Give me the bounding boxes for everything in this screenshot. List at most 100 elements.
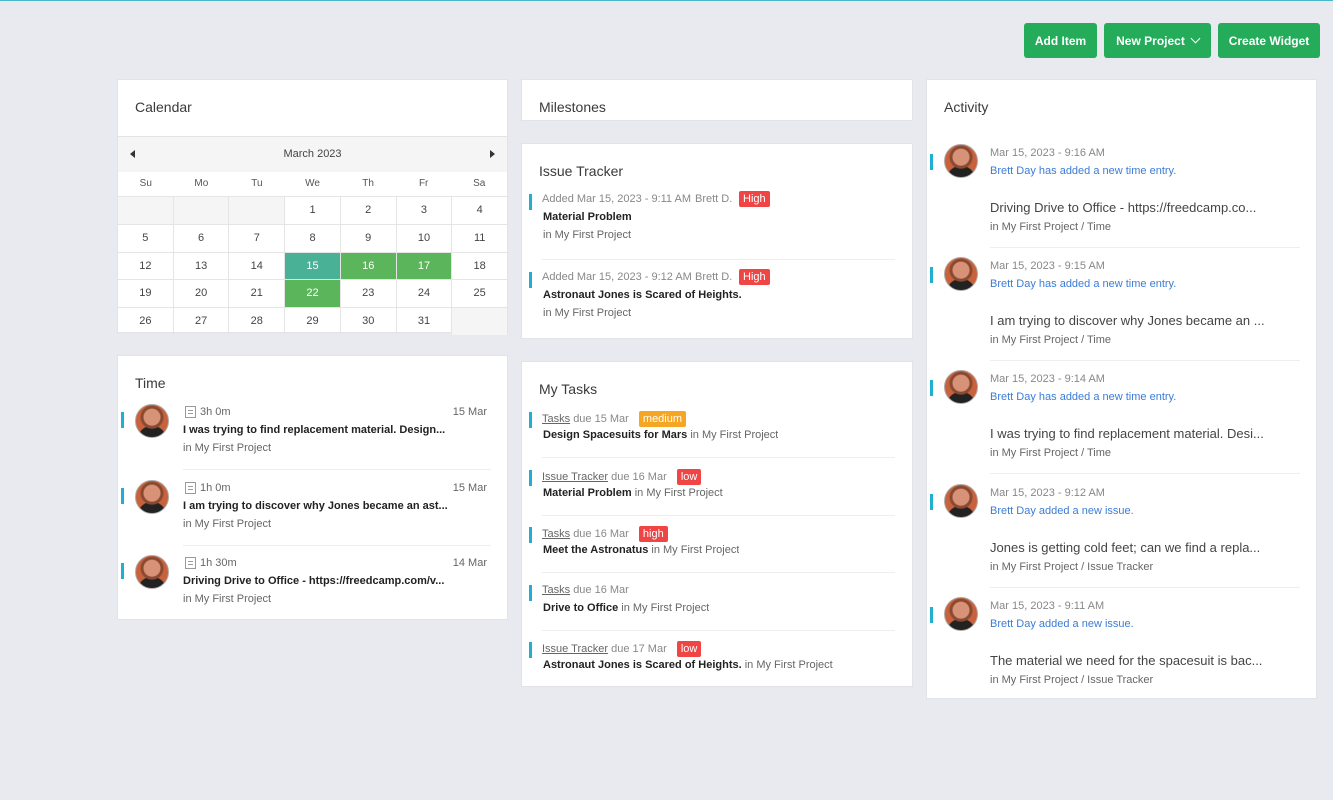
- activity-action-link[interactable]: Brett Day added a new issue.: [990, 618, 1134, 630]
- calendar-week: 19 20 21 22 23 24 25: [118, 279, 508, 308]
- activity-text[interactable]: Driving Drive to Office - https://freedc…: [990, 200, 1270, 215]
- task-title[interactable]: Drive to Office: [543, 602, 618, 614]
- calendar-day[interactable]: 24: [395, 279, 452, 308]
- calendar-day[interactable]: 6: [172, 223, 229, 252]
- time-description[interactable]: Driving Drive to Office - https://freedc…: [183, 575, 473, 587]
- calendar-day[interactable]: 27: [172, 307, 229, 335]
- issue-title[interactable]: Material Problem: [543, 211, 632, 223]
- calendar-day[interactable]: 15: [284, 251, 340, 280]
- activity-path: in My First Project / Issue Tracker: [990, 560, 1154, 573]
- calendar-day[interactable]: 28: [228, 307, 285, 335]
- calendar-day[interactable]: 7: [228, 223, 285, 252]
- activity-path: in My First Project / Time: [990, 221, 1112, 233]
- task-app-link[interactable]: Tasks: [542, 413, 570, 425]
- create-widget-button[interactable]: Create Widget: [1218, 23, 1320, 58]
- calendar-day[interactable]: 17: [395, 251, 452, 280]
- calendar-title: Calendar: [135, 99, 192, 115]
- activity-text[interactable]: The material we need for the spacesuit i…: [990, 653, 1270, 668]
- task-title[interactable]: Material Problem: [543, 487, 632, 499]
- activity-action-link[interactable]: Brett Day has added a new time entry.: [990, 278, 1176, 290]
- entry-indicator: [529, 584, 532, 601]
- activity-text[interactable]: I was trying to find replacement materia…: [990, 426, 1270, 441]
- calendar-day[interactable]: 31: [395, 307, 452, 335]
- activity-action-link[interactable]: Brett Day has added a new time entry.: [990, 165, 1176, 177]
- calendar-day[interactable]: 3: [395, 196, 452, 224]
- calendar-day[interactable]: 23: [339, 279, 396, 308]
- time-date: 15 Mar: [452, 481, 487, 494]
- calendar-day[interactable]: 25: [451, 279, 508, 308]
- weekday-row: Su Mo Tu We Th Fr Sa: [118, 172, 507, 196]
- new-project-button[interactable]: New Project: [1104, 23, 1211, 58]
- task-title[interactable]: Meet the Astronatus: [543, 544, 648, 556]
- time-date: 15 Mar: [452, 406, 487, 418]
- calendar-day[interactable]: 11: [451, 223, 508, 252]
- activity-time: Mar 15, 2023 - 9:12 AM: [990, 486, 1105, 499]
- task-due: due 16 Mar: [573, 583, 629, 596]
- calendar-day[interactable]: 18: [451, 251, 508, 280]
- priority-badge: low: [676, 641, 702, 657]
- task-app-link[interactable]: Issue Tracker: [542, 643, 608, 655]
- calendar-day[interactable]: 20: [172, 279, 229, 308]
- my-tasks-title: My Tasks: [539, 381, 598, 397]
- calendar-day[interactable]: 1: [284, 196, 340, 224]
- entry-indicator: [529, 527, 532, 543]
- activity-action-link[interactable]: Brett Day has added a new time entry.: [990, 391, 1176, 403]
- calendar-grid: Su Mo Tu We Th Fr Sa 1 2 3 4 5 6 7 8 9 10 11 12 13 14 15 16 17 1…: [118, 172, 508, 335]
- calendar-week: 12 13 14 15 16 17 18: [118, 251, 508, 280]
- task-due: due 17 Mar: [611, 643, 667, 655]
- milestones-widget: Milestones: [521, 79, 913, 121]
- calendar-day[interactable]: 22: [284, 279, 340, 308]
- document-icon: [185, 481, 196, 494]
- task-meta: Issue Tracker due 16 Mar low: [542, 468, 702, 485]
- task-title[interactable]: Design Spacesuits for Mars: [543, 429, 687, 441]
- task-project: in My First Project: [744, 659, 833, 671]
- calendar-day[interactable]: 14: [228, 251, 285, 280]
- task-line: Astronaut Jones is Scared of Heights. in…: [543, 659, 833, 671]
- divider: [542, 572, 895, 573]
- calendar-day[interactable]: 12: [118, 251, 173, 280]
- time-project: in My First Project: [183, 593, 272, 605]
- time-widget: Time 3h 0m 15 Mar I was trying to find rep…: [117, 355, 508, 620]
- calendar-day[interactable]: 2: [339, 196, 396, 224]
- time-description[interactable]: I am trying to discover why Jones became…: [183, 500, 473, 512]
- activity-path: in My First Project / Time: [990, 334, 1112, 347]
- calendar-day[interactable]: 4: [451, 196, 508, 224]
- task-meta: Tasks due 16 Mar: [542, 584, 629, 596]
- avatar: [944, 144, 978, 178]
- activity-text[interactable]: I am trying to discover why Jones became…: [990, 313, 1270, 328]
- entry-indicator: [529, 194, 532, 210]
- task-app-link[interactable]: Issue Tracker: [542, 471, 608, 483]
- weekday-label: Fr: [418, 178, 429, 189]
- document-icon: [185, 557, 196, 569]
- calendar-day[interactable]: 8: [284, 223, 340, 252]
- task-meta: Issue Tracker due 17 Mar low: [542, 641, 702, 657]
- calendar-day[interactable]: 5: [118, 223, 173, 252]
- add-item-label: Add Item: [1034, 33, 1087, 48]
- calendar-day[interactable]: 10: [395, 223, 452, 252]
- time-description[interactable]: I was trying to find replacement materia…: [183, 424, 473, 436]
- calendar-day[interactable]: 16: [339, 251, 396, 280]
- calendar-day[interactable]: 19: [118, 279, 173, 307]
- calendar-day[interactable]: 29: [284, 307, 340, 335]
- calendar-day[interactable]: 26: [118, 307, 173, 335]
- task-app-link[interactable]: Tasks: [542, 584, 570, 596]
- divider: [183, 469, 491, 470]
- next-month-icon[interactable]: [490, 150, 495, 158]
- avatar: [944, 483, 978, 518]
- calendar-day[interactable]: 13: [172, 251, 229, 280]
- weekday-label: Tu: [251, 178, 263, 189]
- calendar-day[interactable]: 30: [339, 307, 396, 335]
- priority-badge: high: [638, 526, 668, 542]
- avatar: [944, 370, 978, 405]
- task-line: Meet the Astronatus in My First Project: [543, 544, 739, 556]
- calendar-day[interactable]: 9: [339, 223, 396, 252]
- calendar-day[interactable]: 21: [228, 279, 285, 308]
- activity-text[interactable]: Jones is getting cold feet; can we find …: [990, 540, 1270, 555]
- task-title[interactable]: Astronaut Jones is Scared of Heights.: [543, 659, 742, 671]
- weekday-label: Th: [362, 178, 374, 189]
- chevron-down-icon: [1190, 33, 1201, 44]
- add-item-button[interactable]: Add Item: [1024, 23, 1097, 58]
- task-app-link[interactable]: Tasks: [542, 528, 570, 540]
- activity-action-link[interactable]: Brett Day added a new issue.: [990, 505, 1134, 517]
- issue-title[interactable]: Astronaut Jones is Scared of Heights.: [543, 289, 742, 301]
